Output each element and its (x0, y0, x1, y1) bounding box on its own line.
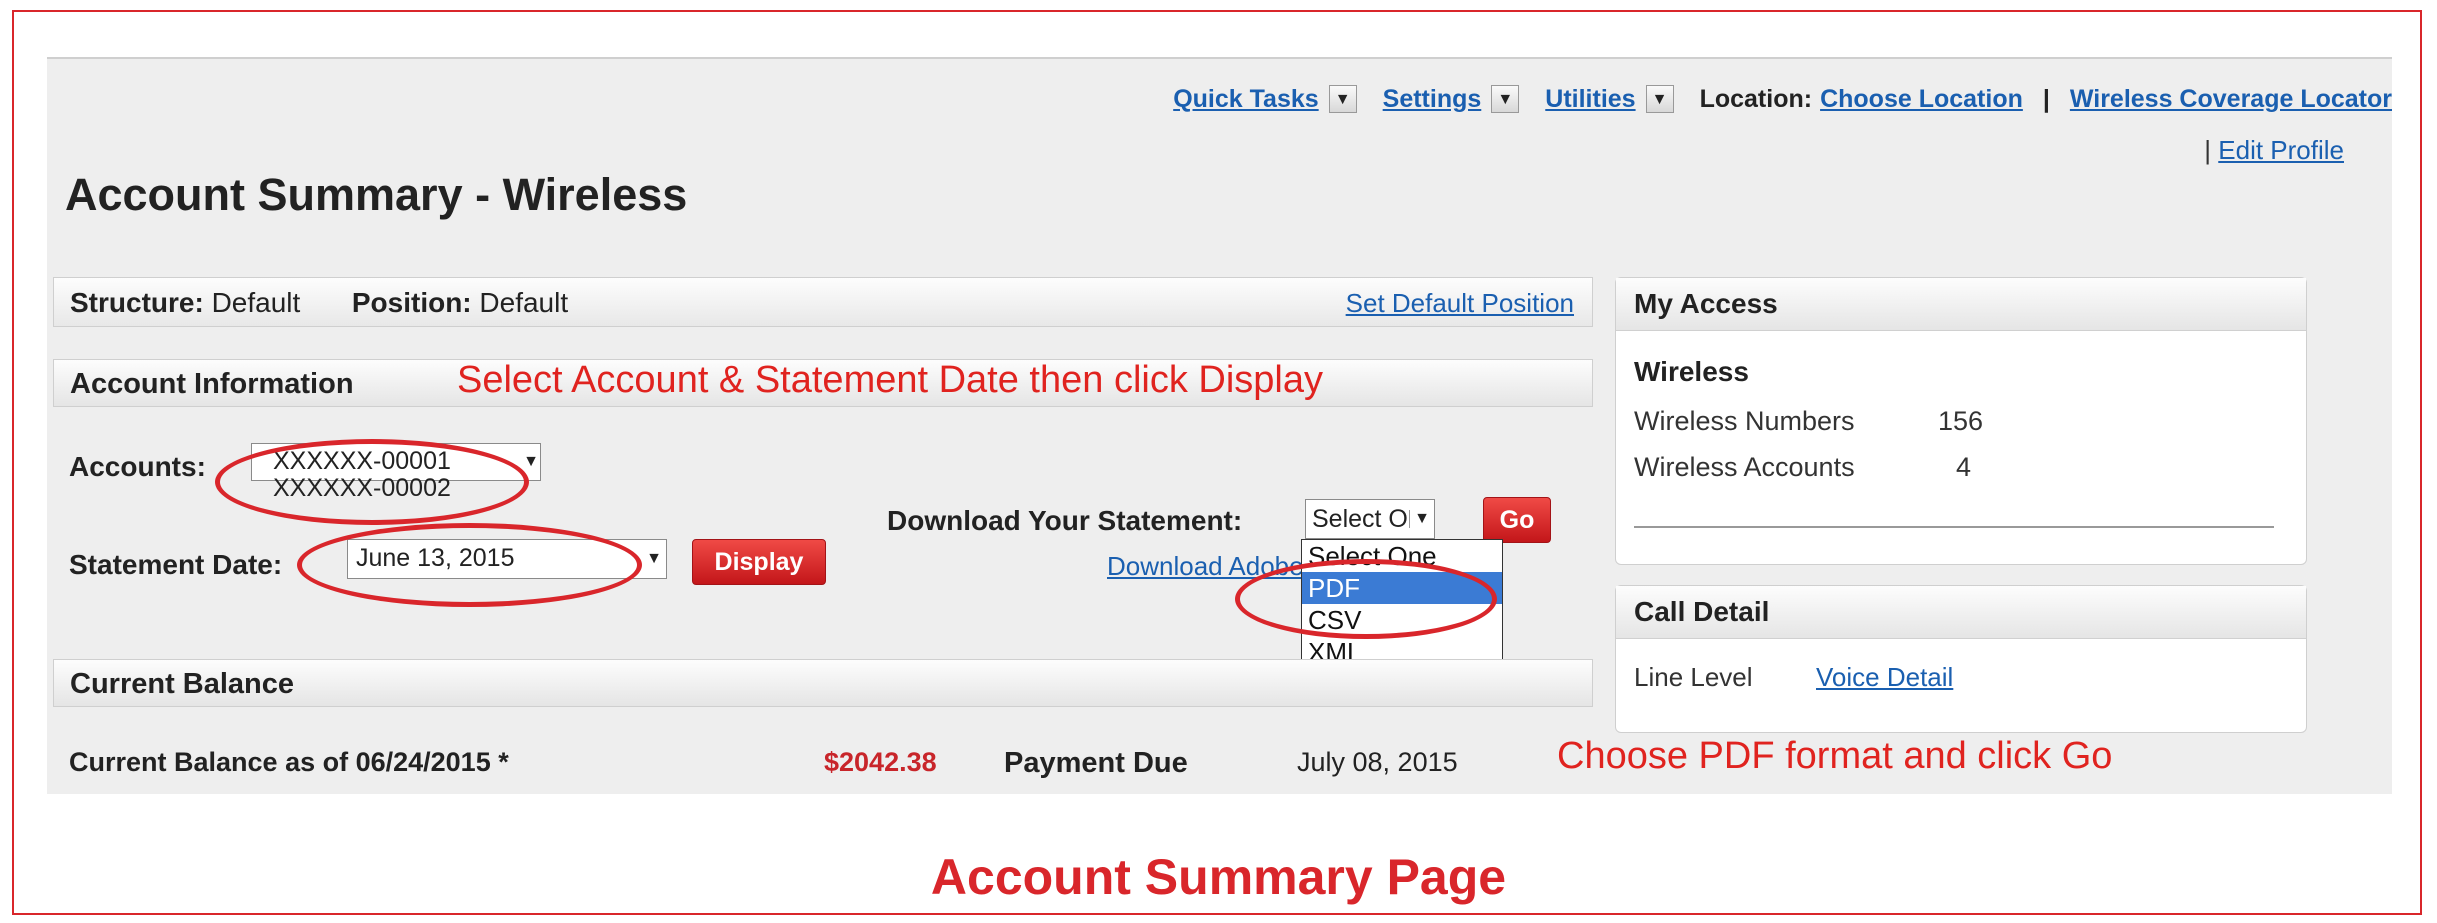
statement-chevron-down-icon: ▼ (646, 550, 662, 567)
structure-bar: Structure: Default Position: Default Set… (53, 277, 1593, 327)
quick-tasks-link[interactable]: Quick Tasks (1173, 85, 1318, 114)
pdf-highlight-ring (1235, 559, 1497, 639)
statement-highlight-ring (297, 523, 642, 607)
pdf-annotation: Choose PDF format and click Go (1557, 735, 2113, 777)
position-value: Default (479, 287, 569, 318)
accounts-chevron-down-icon: ▼ (523, 453, 539, 470)
page-title: Account Summary - Wireless (65, 169, 688, 220)
wireless-numbers-label: Wireless Numbers (1634, 406, 1855, 436)
location-label: Location: (1699, 84, 1813, 113)
wireless-accounts-label: Wireless Accounts (1634, 452, 1855, 482)
account-information-heading: Account Information (70, 368, 354, 400)
line-level-label: Line Level (1634, 662, 1753, 692)
accounts-highlight-ring (215, 439, 529, 525)
structure-label: Structure: (70, 287, 204, 318)
download-format-select[interactable]: Select One ▼ (1305, 499, 1435, 539)
my-access-divider (1634, 526, 2274, 528)
edit-profile: | Edit Profile (2204, 135, 2344, 166)
settings-dropdown-icon[interactable]: ▼ (1491, 85, 1520, 113)
account-summary-screenshot: Quick Tasks ▼ Settings ▼ Utilities ▼ Loc… (47, 57, 2392, 794)
download-chevron-down-icon: ▼ (1409, 510, 1430, 528)
display-button[interactable]: Display (692, 539, 826, 585)
utilities-link[interactable]: Utilities (1545, 85, 1635, 114)
nav-separator: | (2042, 84, 2050, 113)
my-access-panel: My Access Wireless Wireless Numbers 156 … (1615, 277, 2307, 565)
choose-location-link[interactable]: Choose Location (1820, 85, 2023, 114)
go-button[interactable]: Go (1483, 497, 1551, 543)
edit-profile-separator: | (2204, 135, 2212, 165)
edit-profile-link[interactable]: Edit Profile (2218, 135, 2344, 165)
wireless-numbers-value: 156 (1938, 406, 1984, 436)
utilities-dropdown-icon[interactable]: ▼ (1645, 85, 1674, 113)
payment-due-label: Payment Due (1004, 747, 1188, 779)
voice-detail-link[interactable]: Voice Detail (1816, 662, 1953, 693)
wireless-accounts-value: 4 (1956, 452, 1972, 482)
quick-tasks-dropdown-icon[interactable]: ▼ (1328, 85, 1357, 113)
current-balance-heading: Current Balance (70, 668, 295, 700)
slide-caption: Account Summary Page (930, 849, 1507, 905)
structure-value: Default (211, 287, 301, 318)
statement-date-label: Statement Date: (69, 549, 283, 580)
payment-due-date: July 08, 2015 (1297, 747, 1458, 777)
call-detail-heading: Call Detail (1616, 586, 2306, 639)
settings-link[interactable]: Settings (1383, 85, 1482, 114)
my-access-section: Wireless (1634, 356, 1749, 387)
download-selected-value: Select One (1312, 505, 1408, 533)
top-navigation: Quick Tasks ▼ Settings ▼ Utilities ▼ Loc… (1173, 79, 2392, 119)
position-label: Position: (351, 287, 472, 318)
current-balance-amount: $2042.38 (824, 747, 937, 777)
current-balance-label: Current Balance as of 06/24/2015 * (69, 747, 509, 777)
call-detail-panel: Call Detail Line Level Voice Detail (1615, 585, 2307, 733)
my-access-heading: My Access (1616, 278, 2306, 331)
wireless-coverage-link[interactable]: Wireless Coverage Locator (2070, 85, 2392, 114)
accounts-label: Accounts: (69, 451, 206, 482)
set-default-position-link[interactable]: Set Default Position (1346, 278, 1574, 328)
account-annotation: Select Account & Statement Date then cli… (457, 359, 1323, 401)
download-statement-label: Download Your Statement: (887, 505, 1243, 536)
current-balance-header: Current Balance (53, 659, 1593, 707)
